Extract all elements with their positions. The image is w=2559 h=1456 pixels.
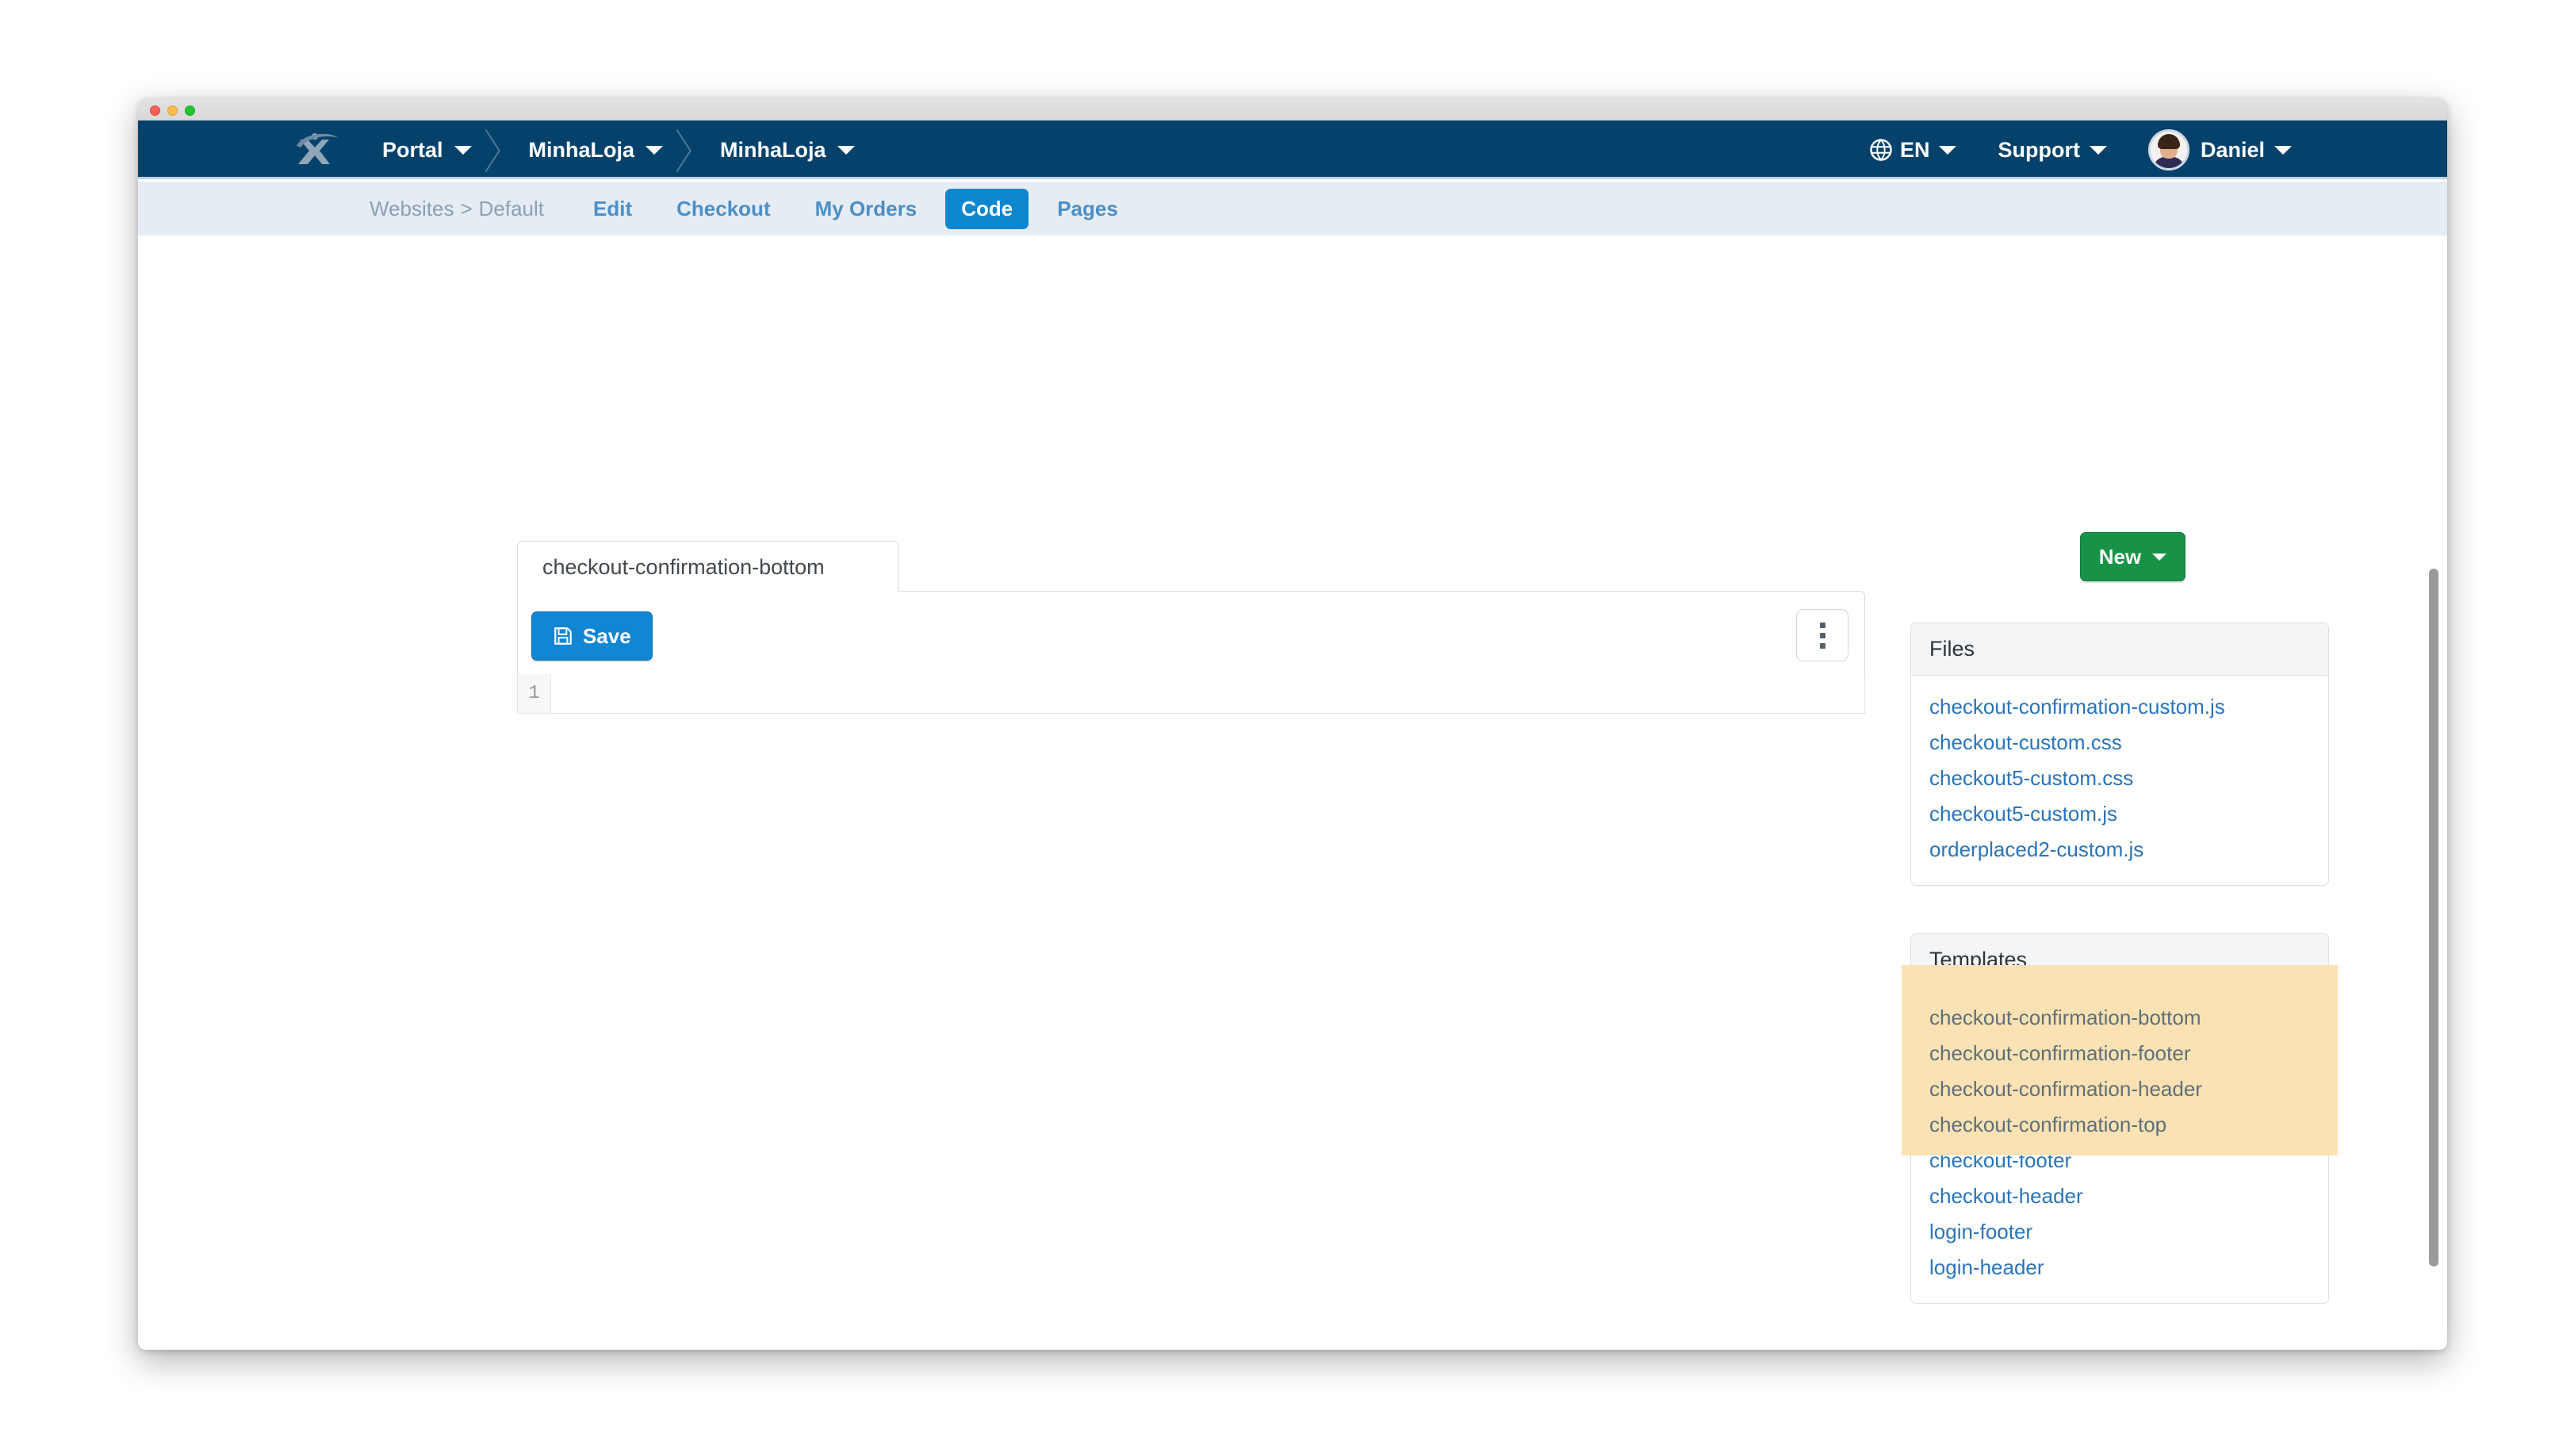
top-navigation-bar: Portal MinhaLoja MinhaLoja EN Support Da… [138, 121, 2447, 179]
secondary-navigation-bar: Websites > Default Edit Checkout My Orders… [138, 182, 2447, 236]
tab-code[interactable]: Code [945, 188, 1029, 229]
x-brand-logo-icon[interactable] [293, 132, 344, 168]
breadcrumb-websites[interactable]: Websites [370, 197, 454, 220]
globe-icon [1870, 139, 1892, 161]
language-selector[interactable]: EN [1848, 138, 1978, 163]
new-button[interactable]: New [2080, 532, 2185, 581]
avatar [2147, 129, 2189, 171]
close-window-button[interactable] [150, 105, 160, 116]
code-editor[interactable]: 1 [517, 674, 1865, 714]
language-label: EN [1899, 137, 1930, 162]
nav-crumb-portal[interactable]: Portal [360, 121, 507, 179]
kebab-dot-icon [1819, 642, 1825, 649]
nav-crumb-minhaloja-1-label: MinhaLoja [528, 137, 635, 162]
tab-pages[interactable]: Pages [1041, 189, 1134, 229]
zoom-window-button[interactable] [185, 105, 195, 116]
support-label: Support [1998, 137, 2080, 162]
chevron-down-icon [2274, 145, 2292, 155]
new-button-label: New [2098, 544, 2142, 569]
templates-panel-title: Templates [1911, 934, 2328, 987]
chevron-down-icon [837, 145, 855, 155]
window-titlebar [138, 98, 2447, 121]
line-number-gutter: 1 [518, 674, 551, 713]
more-options-button[interactable] [1796, 609, 1848, 661]
list-item[interactable]: checkout-confirmation-footer [1911, 1036, 2328, 1071]
list-item[interactable]: login-footer [1911, 1214, 2328, 1250]
chevron-down-icon [2152, 553, 2167, 561]
kebab-dot-icon [1819, 632, 1825, 638]
kebab-dot-icon [1819, 622, 1825, 628]
list-item[interactable]: checkout-custom.css [1911, 725, 2328, 761]
templates-panel: Templates checkout-confirmation-bottom c… [1910, 933, 2329, 1304]
tab-checkout[interactable]: Checkout [661, 189, 786, 229]
list-item[interactable]: checkout5-custom.js [1911, 796, 2328, 832]
nav-crumb-minhaloja-1[interactable]: MinhaLoja [507, 121, 699, 179]
page-content: New checkout-confirmation-bottom Save 1 … [138, 236, 2447, 1350]
user-name-label: Daniel [2200, 137, 2265, 162]
desktop-backdrop: Portal MinhaLoja MinhaLoja EN Support Da… [0, 0, 2559, 1456]
floppy-disk-icon [554, 627, 572, 645]
breadcrumb: Websites > Default [370, 197, 544, 221]
support-menu[interactable]: Support [1977, 138, 2127, 163]
nav-crumb-minhaloja-2[interactable]: MinhaLoja [698, 121, 890, 179]
tab-edit[interactable]: Edit [577, 189, 648, 229]
list-item[interactable]: checkout-confirmation-bottom [1911, 1000, 2328, 1036]
chevron-down-icon [2089, 145, 2107, 155]
chevron-down-icon [454, 145, 472, 155]
list-item[interactable]: checkout-footer [1911, 1143, 2328, 1178]
page-scrollbar[interactable] [2425, 236, 2442, 1350]
chevron-down-icon [1939, 145, 1957, 155]
breadcrumb-default[interactable]: Default [479, 197, 544, 220]
list-item[interactable]: checkout-confirmation-header [1911, 1071, 2328, 1107]
chevron-down-icon [645, 145, 664, 155]
editor-tab[interactable]: checkout-confirmation-bottom [517, 541, 899, 592]
user-menu[interactable]: Daniel [2128, 129, 2312, 171]
save-button-label: Save [583, 623, 631, 648]
top-nav-right-group: EN Support Daniel [1848, 121, 2312, 179]
line-number: 1 [528, 683, 540, 704]
minimize-window-button[interactable] [167, 105, 178, 116]
code-editor-line[interactable] [551, 674, 1864, 713]
list-item[interactable]: checkout-header [1911, 1178, 2328, 1214]
page-scrollbar-thumb[interactable] [2429, 569, 2438, 1266]
browser-window: Portal MinhaLoja MinhaLoja EN Support Da… [138, 98, 2447, 1350]
list-item[interactable]: login-header [1911, 1250, 2328, 1285]
files-panel-title: Files [1911, 623, 2328, 676]
breadcrumb-separator: > [460, 196, 473, 220]
files-list: checkout-confirmation-custom.js checkout… [1911, 676, 2328, 885]
portal-breadcrumb-nav: Portal MinhaLoja MinhaLoja [360, 121, 890, 179]
save-button[interactable]: Save [531, 611, 653, 661]
tab-my-orders[interactable]: My Orders [799, 189, 933, 229]
list-item[interactable]: checkout-confirmation-top [1911, 1107, 2328, 1143]
nav-crumb-portal-label: Portal [382, 137, 443, 162]
nav-crumb-minhaloja-2-label: MinhaLoja [720, 137, 826, 162]
files-panel: Files checkout-confirmation-custom.js ch… [1910, 623, 2329, 886]
editor-tab-label: checkout-confirmation-bottom [542, 554, 825, 579]
list-item[interactable]: checkout5-custom.css [1911, 761, 2328, 796]
list-item[interactable]: checkout-confirmation-custom.js [1911, 689, 2328, 725]
templates-list: checkout-confirmation-bottom checkout-co… [1911, 987, 2328, 1303]
list-item[interactable]: orderplaced2-custom.js [1911, 832, 2328, 868]
